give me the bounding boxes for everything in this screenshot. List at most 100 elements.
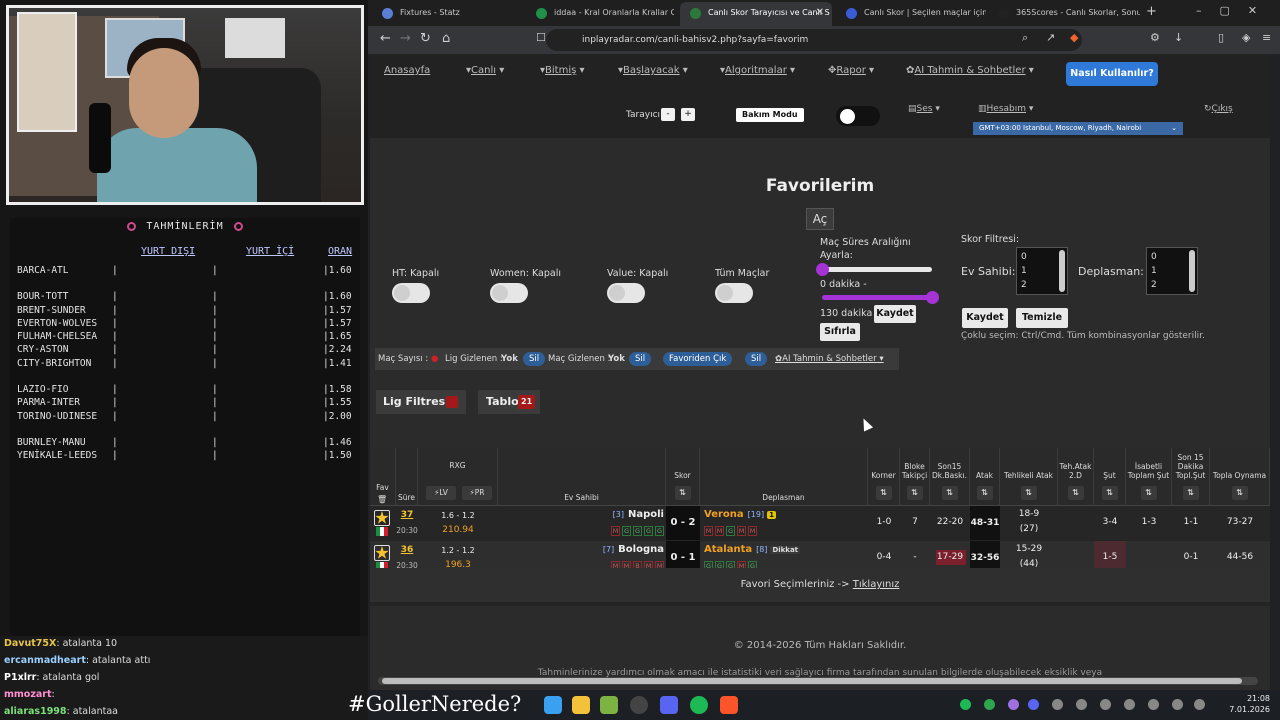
column-header-son15sut[interactable]: Son 15 Dakika Topl.Şut ⇅ (1172, 448, 1210, 506)
tray-pen-icon[interactable] (1008, 699, 1019, 710)
browser-tab[interactable]: iddaa - Kral Oranlarla Krallar Gibi (526, 2, 674, 26)
match-row[interactable]: 37 20:30 1.6 - 1.2 210.94 [3] Napoli M G G G G 0 - … (370, 506, 1270, 540)
browser-tab[interactable]: Canlı Skor | Seçilen maçlar için ca (836, 2, 986, 26)
bluetooth-icon[interactable] (1028, 699, 1039, 710)
brave-icon[interactable] (720, 696, 738, 714)
obs-icon[interactable] (630, 696, 648, 714)
slider-knob[interactable] (816, 263, 829, 276)
sort-icon[interactable]: ⇅ (1140, 486, 1157, 500)
downloads-icon[interactable]: ↓ (1174, 31, 1183, 44)
nav-anasayfa[interactable]: Anasayfa (384, 65, 430, 76)
brave-shield-icon[interactable]: ◆ (1070, 31, 1078, 44)
ht-toggle[interactable] (392, 283, 430, 303)
sort-icon[interactable]: ⇅ (1182, 486, 1199, 500)
column-header-isabetli[interactable]: İsabetli Toplam Şut ⇅ (1126, 448, 1172, 506)
reset-button[interactable]: Sıfırla (820, 323, 860, 341)
tray-icon[interactable] (1148, 699, 1159, 710)
min-duration-slider[interactable] (816, 263, 932, 276)
clear-score-button[interactable]: Temizle (1016, 308, 1068, 328)
favorite-selection-link[interactable]: Tıklayınız (853, 579, 900, 590)
browser-tab[interactable]: Fixtures - Statz (372, 2, 522, 26)
score-option[interactable]: 2 (1021, 278, 1063, 292)
column-header-atak[interactable]: Atak ⇅ (970, 448, 1000, 506)
sound-menu[interactable]: ▤Ses ▾ (908, 104, 940, 114)
share-icon[interactable]: ↗ (1046, 31, 1055, 44)
spotify-icon[interactable] (690, 696, 708, 714)
open-button[interactable]: Aç (806, 208, 834, 230)
back-icon[interactable]: ← (380, 31, 391, 46)
score-option[interactable]: 0 (1151, 250, 1193, 264)
favorite-delete-button[interactable]: Sil (745, 352, 768, 366)
extensions-icon[interactable]: ⚙ (1150, 31, 1160, 44)
browser-tab[interactable]: Canlı Skor Tarayıcısı ve Canlı S ✕ (680, 2, 832, 26)
score-option[interactable]: 1 (1021, 264, 1063, 278)
tray-app-icon[interactable] (984, 699, 995, 710)
away-score-select[interactable]: 012 (1146, 247, 1198, 295)
match-hidden-delete-button[interactable]: Sil (629, 352, 652, 366)
column-header-sut[interactable]: Şut ⇅ (1094, 448, 1126, 506)
browser-tab[interactable]: 365Scores - Canlı Skorlar, Sonuçla (988, 2, 1140, 26)
lv-sort-button[interactable]: ⚡LV (426, 486, 456, 500)
sort-icon[interactable]: ⇅ (674, 486, 691, 500)
nav-baslayacak[interactable]: ▾Başlayacak ▾ (618, 65, 688, 76)
league-filter-button[interactable]: Lig Filtresi (376, 390, 466, 414)
bookmark-icon[interactable]: ☐ (536, 31, 546, 44)
pr-sort-button[interactable]: ⚡PR (462, 486, 492, 500)
max-duration-slider[interactable] (822, 291, 939, 304)
close-icon[interactable]: ✕ (816, 2, 824, 24)
chat-username[interactable]: mmozart (4, 689, 52, 700)
sort-icon[interactable]: ⇅ (976, 486, 993, 500)
column-header-skor[interactable]: Skor ⇅ (666, 448, 700, 506)
sort-icon[interactable]: ⇅ (941, 486, 958, 500)
match-minute[interactable]: 37 (396, 510, 418, 520)
url-field[interactable]: inplayradar.com/canli-bahisv2.php?sayfa=… (546, 29, 1082, 51)
discord-icon[interactable] (660, 696, 678, 714)
account-menu[interactable]: ▥Hesabım ▾ (978, 104, 1033, 114)
save-score-button[interactable]: Kaydet (962, 308, 1008, 328)
nav-bitmis[interactable]: ▾Bitmiş ▾ (540, 65, 585, 76)
steam-icon[interactable] (1052, 699, 1063, 710)
score-option[interactable]: 2 (1151, 278, 1193, 292)
microphone-icon[interactable] (1172, 699, 1183, 710)
sort-icon[interactable]: ⇅ (1231, 486, 1248, 500)
trash-icon[interactable]: 🗑 (377, 495, 387, 504)
forward-icon[interactable]: → (400, 31, 411, 46)
tarayici-minus-button[interactable]: - (661, 108, 675, 121)
windows-start-icon[interactable] (544, 696, 562, 714)
sort-icon[interactable]: ⇅ (1020, 486, 1037, 500)
how-to-use-button[interactable]: Nasıl Kullanılır? (1066, 62, 1158, 86)
sort-icon[interactable]: ⇅ (875, 486, 892, 500)
sort-icon[interactable]: ⇅ (1067, 486, 1084, 500)
chat-username[interactable]: ercanmadheart (4, 655, 86, 666)
column-header-korner[interactable]: Korner ⇅ (868, 448, 900, 506)
score-option[interactable]: 1 (1151, 264, 1193, 278)
tray-icon[interactable] (1076, 699, 1087, 710)
away-team[interactable]: Verona [19] 1 (704, 509, 868, 520)
logout-link[interactable]: ↻Çıkış (1204, 104, 1233, 114)
home-icon[interactable]: ⌂ (442, 31, 450, 46)
table-button[interactable]: Tablo 21 (478, 390, 540, 414)
horizontal-scrollbar[interactable] (378, 677, 1258, 685)
timezone-select[interactable]: GMT+03:00 Istanbul, Moscow, Riyadh, Nair… (973, 122, 1183, 135)
chat-username[interactable]: Davut75X (4, 638, 56, 649)
league-hidden-delete-button[interactable]: Sil (523, 352, 546, 366)
nav-ai-tahmin[interactable]: ✿AI Tahmin & Sohbetler ▾ (906, 65, 1034, 76)
home-score-select[interactable]: 012 (1016, 247, 1068, 295)
nav-rapor[interactable]: ✥Rapor ▾ (828, 65, 874, 76)
ai-menu[interactable]: ✿AI Tahmin & Sohbetler ▾ (775, 348, 884, 370)
tarayici-plus-button[interactable]: + (681, 108, 695, 121)
home-team[interactable]: [7] Bologna (498, 544, 664, 555)
chat-username[interactable]: P1xlrr (4, 672, 36, 683)
all-matches-toggle[interactable] (715, 283, 753, 303)
column-header-tehatak[interactable]: Teh.Atak 2.D ⇅ (1058, 448, 1094, 506)
zoom-icon[interactable]: ⌕ (1022, 31, 1028, 45)
select-scrollbar[interactable] (1189, 250, 1195, 292)
home-team[interactable]: [3] Napoli (498, 509, 664, 520)
vpn-icon[interactable]: ◈ (1242, 31, 1250, 44)
new-tab-icon[interactable]: + (1146, 4, 1157, 19)
reload-icon[interactable]: ↻ (420, 31, 431, 46)
column-header-son15[interactable]: Son15 Dk.Baskı. ⇅ (930, 448, 970, 506)
dark-mode-toggle[interactable] (836, 106, 880, 126)
score-option[interactable]: 0 (1021, 250, 1063, 264)
nav-algoritmalar[interactable]: ▾Algoritmalar ▾ (720, 65, 795, 76)
